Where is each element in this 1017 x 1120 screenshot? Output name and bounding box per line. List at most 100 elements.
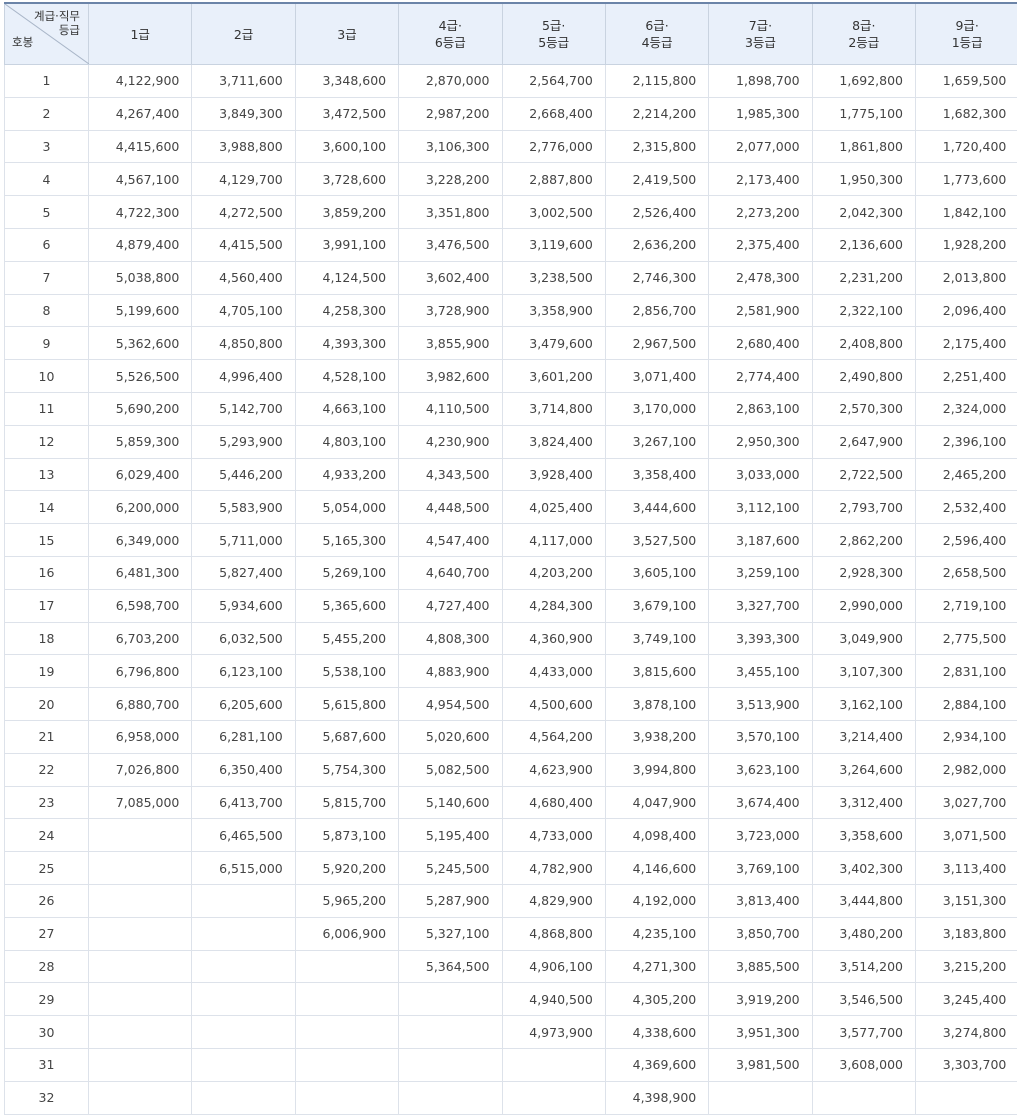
column-header-line2: 1등급 <box>951 35 983 50</box>
step-number-cell: 7 <box>4 260 89 295</box>
salary-cell: 4,305,200 <box>604 982 710 1017</box>
salary-cell: 3,238,500 <box>501 260 606 295</box>
salary-cell: 2,173,400 <box>708 162 813 197</box>
salary-cell: 2,478,300 <box>708 260 813 295</box>
step-number-cell: 28 <box>4 949 89 984</box>
salary-cell: 2,251,400 <box>914 359 1017 393</box>
empty-cell <box>87 1047 193 1082</box>
salary-cell: 6,200,000 <box>87 490 193 525</box>
salary-cell: 4,567,100 <box>87 162 193 197</box>
salary-cell: 2,077,000 <box>708 129 813 164</box>
column-header-line1: 4급· <box>438 18 463 33</box>
salary-cell: 2,581,900 <box>708 293 813 328</box>
salary-cell: 3,303,700 <box>914 1047 1017 1082</box>
salary-cell: 4,722,300 <box>87 195 193 229</box>
salary-cell: 3,859,200 <box>294 195 400 229</box>
salary-cell: 4,727,400 <box>398 588 503 623</box>
step-number-cell: 9 <box>4 326 89 361</box>
salary-cell: 3,215,200 <box>914 949 1017 984</box>
empty-cell <box>501 1047 606 1082</box>
salary-cell: 4,933,200 <box>294 457 400 492</box>
salary-cell: 1,682,300 <box>914 96 1017 131</box>
salary-cell: 2,570,300 <box>811 391 917 426</box>
salary-cell: 4,448,500 <box>398 490 503 525</box>
table-row: 15 6,349,000 5,711,000 5,165,300 4,547,400 4,… <box>4 523 1017 557</box>
salary-cell: 3,600,100 <box>294 129 400 164</box>
salary-cell: 2,793,700 <box>811 490 917 525</box>
empty-cell <box>398 982 503 1017</box>
salary-cell: 3,723,000 <box>708 818 813 853</box>
salary-cell: 3,878,100 <box>604 687 710 721</box>
step-number-cell: 22 <box>4 752 89 787</box>
salary-cell: 5,362,600 <box>87 326 193 361</box>
salary-cell: 3,358,400 <box>604 457 710 492</box>
empty-cell <box>87 1080 193 1115</box>
column-header-8: 8급· 2등급 <box>811 2 917 65</box>
salary-cell: 5,827,400 <box>191 555 296 590</box>
salary-cell: 2,636,200 <box>604 227 710 262</box>
step-number-cell: 16 <box>4 555 89 590</box>
corner-grade-label-line2: 등급 <box>58 23 80 37</box>
salary-cell: 4,973,900 <box>501 1015 606 1049</box>
step-number-cell: 11 <box>4 391 89 426</box>
salary-cell: 3,027,700 <box>914 785 1017 820</box>
salary-cell: 3,106,300 <box>398 129 503 164</box>
column-header-5: 5급· 5등급 <box>501 2 606 65</box>
salary-cell: 5,873,100 <box>294 818 400 853</box>
salary-cell: 3,472,500 <box>294 96 400 131</box>
salary-cell: 5,965,200 <box>294 883 400 918</box>
salary-cell: 4,369,600 <box>604 1047 710 1082</box>
salary-cell: 3,885,500 <box>708 949 813 984</box>
salary-cell: 3,187,600 <box>708 523 813 557</box>
salary-cell: 5,082,500 <box>398 752 503 787</box>
column-header-6: 6급· 4등급 <box>604 2 710 65</box>
step-number-cell: 25 <box>4 851 89 885</box>
salary-cell: 2,396,100 <box>914 424 1017 459</box>
table-row: 20 6,880,700 6,205,600 5,615,800 4,954,500 4,… <box>4 687 1017 721</box>
salary-cell: 4,433,000 <box>501 654 606 689</box>
salary-cell: 4,808,300 <box>398 621 503 656</box>
salary-cell: 2,273,200 <box>708 195 813 229</box>
column-header-line2: 4등급 <box>641 35 673 50</box>
salary-cell: 3,601,200 <box>501 359 606 393</box>
step-number-cell: 21 <box>4 719 89 754</box>
column-header-7: 7급· 3등급 <box>708 2 813 65</box>
salary-cell: 4,705,100 <box>191 293 296 328</box>
salary-cell: 3,994,800 <box>604 752 710 787</box>
salary-cell: 6,958,000 <box>87 719 193 754</box>
salary-cell: 3,728,900 <box>398 293 503 328</box>
salary-cell: 2,967,500 <box>604 326 710 361</box>
salary-cell: 5,020,600 <box>398 719 503 754</box>
salary-cell: 3,170,000 <box>604 391 710 426</box>
salary-cell: 3,546,500 <box>811 982 917 1017</box>
empty-cell <box>398 1015 503 1049</box>
salary-cell: 2,658,500 <box>914 555 1017 590</box>
salary-cell: 3,674,400 <box>708 785 813 820</box>
salary-cell: 4,393,300 <box>294 326 400 361</box>
column-header-line1: 8급· <box>852 18 876 33</box>
step-number-cell: 31 <box>4 1047 89 1082</box>
salary-cell: 3,444,800 <box>811 883 917 918</box>
salary-cell: 3,849,300 <box>191 96 296 131</box>
salary-cell: 6,123,100 <box>191 654 296 689</box>
salary-cell: 2,042,300 <box>811 195 917 229</box>
empty-cell <box>191 1080 296 1115</box>
salary-cell: 6,598,700 <box>87 588 193 623</box>
salary-cell: 3,119,600 <box>501 227 606 262</box>
salary-cell: 3,455,100 <box>708 654 813 689</box>
salary-cell: 2,719,100 <box>914 588 1017 623</box>
salary-cell: 3,033,000 <box>708 457 813 492</box>
salary-cell: 2,776,000 <box>501 129 606 164</box>
step-number-cell: 26 <box>4 883 89 918</box>
table-row: 1 4,122,900 3,711,600 3,348,600 2,870,000 2,5… <box>4 64 1017 98</box>
salary-cell: 5,711,000 <box>191 523 296 557</box>
salary-cell: 3,855,900 <box>398 326 503 361</box>
salary-cell: 3,327,700 <box>708 588 813 623</box>
salary-cell: 5,245,500 <box>398 851 503 885</box>
salary-cell: 3,228,200 <box>398 162 503 197</box>
step-number-cell: 15 <box>4 523 89 557</box>
salary-cell: 4,343,500 <box>398 457 503 492</box>
salary-cell: 4,235,100 <box>604 916 710 951</box>
step-number-cell: 1 <box>4 64 89 98</box>
salary-cell: 3,264,600 <box>811 752 917 787</box>
